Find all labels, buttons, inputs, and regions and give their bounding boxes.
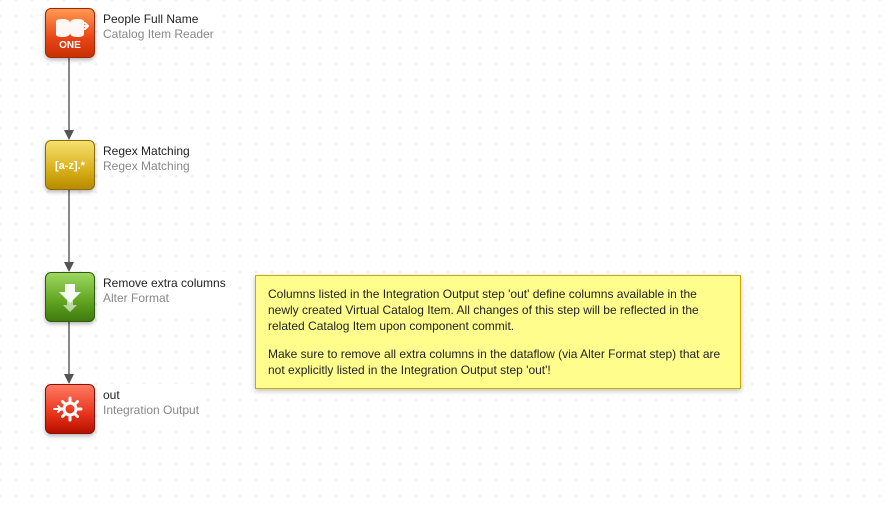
catalog-reader-icon: ONE bbox=[45, 8, 95, 58]
connector-2-3 bbox=[63, 188, 75, 272]
node-title: out bbox=[103, 388, 199, 403]
alter-format-icon bbox=[45, 272, 95, 322]
node-title: Regex Matching bbox=[103, 144, 190, 159]
node-subtitle: Alter Format bbox=[103, 291, 226, 306]
node-title: Remove extra columns bbox=[103, 276, 226, 291]
node-people-full-name[interactable]: ONE People Full Name Catalog Item Reader bbox=[45, 8, 220, 58]
connector-3-4 bbox=[63, 320, 75, 384]
integration-output-icon bbox=[45, 384, 95, 434]
node-subtitle: Regex Matching bbox=[103, 159, 190, 174]
connector-1-2 bbox=[63, 56, 75, 140]
note-paragraph: Make sure to remove all extra columns in… bbox=[268, 346, 728, 378]
node-subtitle: Catalog Item Reader bbox=[103, 27, 214, 42]
svg-text:ONE: ONE bbox=[59, 40, 81, 51]
annotation-note[interactable]: Columns listed in the Integration Output… bbox=[255, 275, 741, 389]
node-title: People Full Name bbox=[103, 12, 214, 27]
regex-icon: [a-z].* bbox=[45, 140, 95, 190]
node-out[interactable]: out Integration Output bbox=[45, 384, 205, 434]
note-paragraph: Columns listed in the Integration Output… bbox=[268, 286, 728, 334]
node-regex-matching[interactable]: [a-z].* Regex Matching Regex Matching bbox=[45, 140, 196, 190]
node-subtitle: Integration Output bbox=[103, 403, 199, 418]
node-remove-extra-columns[interactable]: Remove extra columns Alter Format bbox=[45, 272, 232, 322]
svg-text:[a-z].*: [a-z].* bbox=[55, 160, 86, 172]
